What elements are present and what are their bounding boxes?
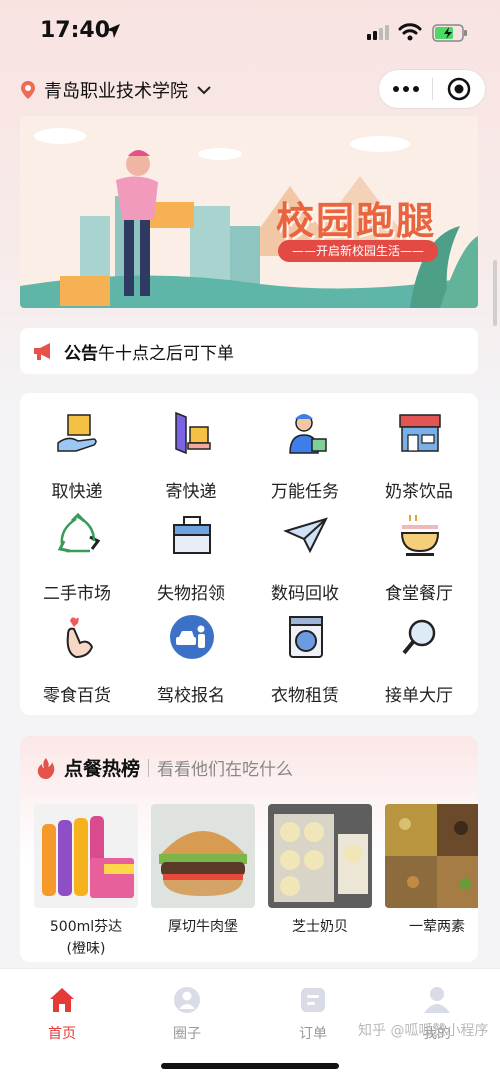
shop-icon [399, 414, 441, 452]
banner-title: 校园跑腿 [276, 198, 437, 243]
magnifier-icon [402, 619, 436, 655]
food-image [34, 804, 138, 908]
car-person-icon [170, 615, 214, 659]
home-indicator [161, 1063, 339, 1069]
hot-list-subtitle: 看看他们在吃什么 [157, 760, 294, 780]
service-item-digital[interactable]: 数码回收 [248, 499, 362, 604]
location-pin-icon [21, 81, 35, 99]
service-grid: 取快递 寄快递 万能任务 奶茶饮品 二手市场 失物招领 数码回收 食堂餐厅 零食… [20, 393, 478, 715]
food-item[interactable]: 芝士奶贝 [268, 804, 372, 938]
hot-food-list: 点餐热榜 看看他们在吃什么 500ml芬达 (橙味) 厚切牛肉堡 芝士奶贝 一荤… [20, 736, 478, 962]
food-name: 厚切牛肉堡 [168, 919, 238, 935]
washing-machine-icon [289, 616, 323, 658]
megaphone-icon [34, 343, 50, 360]
tab-label: 订单 [299, 1026, 327, 1042]
home-icon [50, 988, 74, 1012]
send-package-icon [175, 411, 211, 455]
battery-icon [432, 24, 467, 42]
service-label: 零食百货 [43, 686, 111, 706]
community-icon [174, 987, 200, 1013]
signal-icon [367, 25, 389, 40]
chevron-down-icon [197, 86, 211, 95]
bowl-icon [400, 515, 440, 556]
service-label: 驾校报名 [157, 686, 225, 706]
more-dot-icon [412, 86, 419, 92]
service-item-driving[interactable]: 驾校报名 [134, 601, 248, 706]
close-miniprogram-button[interactable] [433, 69, 485, 109]
location-name: 青岛职业技术学院 [44, 81, 188, 102]
food-name: 芝士奶贝 [292, 919, 348, 935]
scrollbar[interactable] [493, 260, 497, 326]
recycle-icon [57, 512, 101, 553]
more-menu-button[interactable] [379, 69, 432, 109]
tab-label: 圈子 [173, 1026, 201, 1042]
location-selector[interactable]: 青岛职业技术学院 [20, 76, 212, 104]
hot-list-title: 点餐热榜 [64, 758, 141, 780]
food-name-line2: (橙味) [66, 941, 106, 957]
status-time: 17:40 [40, 18, 111, 43]
banner-subtitle: ——开启新校园生活—— [278, 240, 438, 262]
order-icon [301, 988, 325, 1012]
cheese-pastry-image [268, 804, 372, 908]
target-icon [447, 77, 471, 101]
service-item-pickup[interactable]: 取快递 [20, 397, 134, 502]
tab-orders[interactable]: 订单 [273, 983, 353, 1043]
dishes-image [385, 804, 478, 908]
food-image [268, 804, 372, 908]
food-name-line1: 500ml芬达 [49, 919, 123, 935]
heart-hand-icon [66, 617, 94, 659]
hot-list-header: 点餐热榜 看看他们在吃什么 [36, 754, 293, 781]
food-name: 一荤两素 [409, 919, 465, 935]
more-dot-icon [392, 86, 399, 92]
tab-label: 首页 [48, 1026, 76, 1042]
miniprogram-capsule [378, 69, 486, 109]
announcement-text: 午十点之后可下单 [98, 343, 234, 364]
service-item-secondhand[interactable]: 二手市场 [20, 499, 134, 604]
service-item-lostfound[interactable]: 失物招领 [134, 499, 248, 604]
fire-icon [37, 757, 55, 779]
more-dot-icon [402, 86, 409, 92]
burger-image [151, 804, 255, 908]
header-divider [148, 758, 150, 777]
announcement-bar[interactable]: 公告 午十点之后可下单 [20, 328, 478, 374]
service-item-hall[interactable]: 接单大厅 [362, 601, 476, 706]
soda-bottles-image [34, 804, 138, 908]
paper-plane-icon [283, 517, 328, 554]
service-item-tea[interactable]: 奶茶饮品 [362, 397, 476, 502]
location-arrow-icon [106, 24, 120, 38]
wifi-icon [398, 23, 422, 41]
service-item-clothes[interactable]: 衣物租赁 [248, 601, 362, 706]
food-item[interactable]: 厚切牛肉堡 [151, 804, 255, 938]
tab-circle[interactable]: 圈子 [147, 983, 227, 1043]
courier-icon [289, 414, 327, 454]
service-item-send[interactable]: 寄快递 [134, 397, 248, 502]
food-image [385, 804, 478, 908]
status-bar: 17:40 [0, 0, 500, 62]
watermark: 知乎 @呱呱赞小程序 [358, 1023, 489, 1039]
package-hand-icon [57, 414, 97, 452]
service-item-snacks[interactable]: 零食百货 [20, 601, 134, 706]
briefcase-icon [173, 516, 211, 554]
food-name: 500ml芬达 (橙味) [34, 916, 138, 960]
food-item[interactable]: 一荤两素 [385, 804, 478, 938]
service-label: 接单大厅 [385, 686, 453, 706]
user-icon [424, 987, 450, 1013]
service-item-canteen[interactable]: 食堂餐厅 [362, 499, 476, 604]
food-item[interactable]: 500ml芬达 (橙味) [34, 804, 138, 960]
tab-home[interactable]: 首页 [22, 983, 102, 1043]
service-label: 衣物租赁 [271, 686, 339, 706]
service-item-task[interactable]: 万能任务 [248, 397, 362, 502]
promo-banner[interactable]: 校园跑腿 ——开启新校园生活—— [20, 116, 478, 308]
food-image [151, 804, 255, 908]
announcement-label: 公告 [64, 343, 98, 364]
